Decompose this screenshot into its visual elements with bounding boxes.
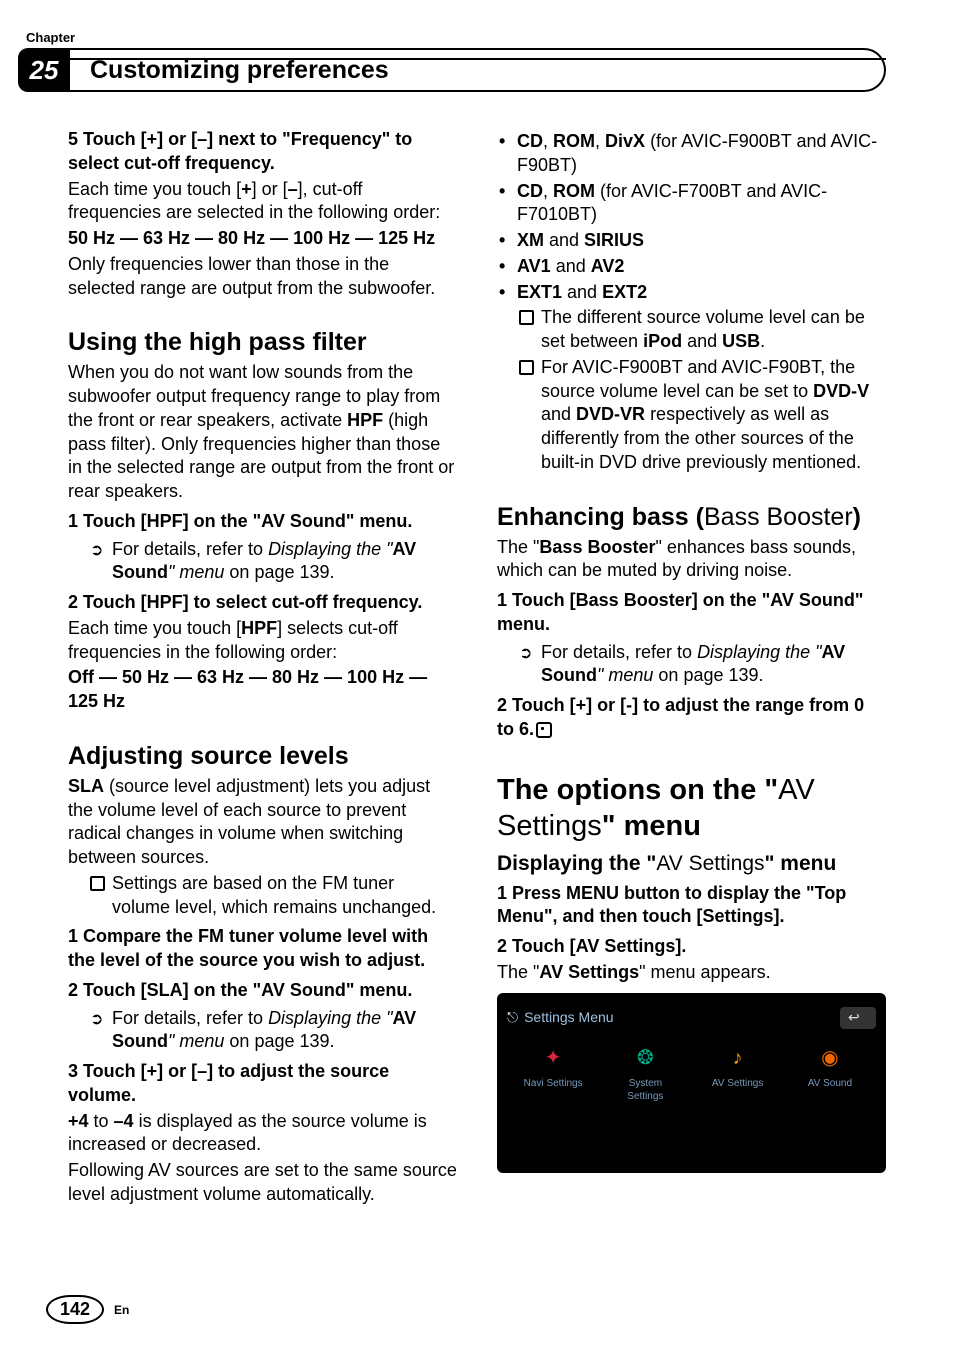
page-footer: 142 En [46,1295,129,1324]
displaying-av-settings-title: Displaying the "AV Settings" menu [497,850,886,878]
chapter-badge: 25 [18,48,70,92]
navi-settings-item[interactable]: ✦ Navi Settings [517,1043,589,1103]
avset-step2-para: The "AV Settings" menu appears. [497,961,886,985]
bass-step2-head: 2 Touch [+] or [-] to adjust the range f… [497,694,886,742]
sla-step3-para2: Following AV sources are set to the same… [68,1159,457,1207]
note-icon: ♪ [719,1043,757,1073]
chapter-label: Chapter [26,30,75,45]
system-settings-item[interactable]: ❂ System Settings [609,1043,681,1103]
sla-step2-ref: ➲ For details, refer to Displaying the "… [68,1007,457,1055]
ref-arrow-icon: ➲ [90,1009,103,1030]
sla-note: Settings are based on the FM tuner volum… [68,872,457,920]
sla-step3-head: 3 Touch [+] or [–] to adjust the source … [68,1060,457,1108]
note-dvd-v-vr: For AVIC-F900BT and AVIC-F90BT, the sour… [497,356,886,475]
note-box-icon [519,360,534,375]
step-5-para2: Only frequencies lower than those in the… [68,253,457,301]
av-settings-label: AV Settings [702,1077,774,1090]
bass-booster-title: Enhancing bass (Bass Booster) [497,501,886,534]
step-5-para1: Each time you touch [+] or [–], cut-off … [68,178,457,226]
hpf-step1-ref: ➲ For details, refer to Displaying the "… [68,538,457,586]
ref-arrow-icon: ➲ [519,643,532,664]
page-language: En [114,1303,129,1317]
bullet-cd-rom-divx: CD, ROM, DivX (for AVIC-F900BT and AVIC-… [497,130,886,178]
sla-intro: SLA (source level adjustment) lets you a… [68,775,457,870]
bullet-ext1-ext2: EXT1 and EXT2 [497,281,886,305]
back-button[interactable] [840,1007,876,1029]
av-settings-options-title: The options on the "AV Settings" menu [497,772,886,845]
settings-menu-screenshot: ⎋ Settings Menu ✦ Navi Settings ❂ System… [497,993,886,1173]
page-number: 142 [46,1295,104,1324]
hpf-step2-freq: Off — 50 Hz — 63 Hz — 80 Hz — 100 Hz — 1… [68,666,457,714]
step-5-freq: 50 Hz — 63 Hz — 80 Hz — 100 Hz — 125 Hz [68,227,457,251]
hpf-step2-head: 2 Touch [HPF] to select cut-off frequenc… [68,591,457,615]
map-icon: ✦ [534,1043,572,1073]
bullet-av1-av2: AV1 and AV2 [497,255,886,279]
end-of-section-icon [536,722,552,738]
speaker-icon: ◉ [811,1043,849,1073]
bullet-cd-rom: CD, ROM (for AVIC-F700BT and AVIC-F7010B… [497,180,886,228]
tuner-icon: ⎋ [507,1008,518,1026]
system-settings-label: System Settings [609,1077,681,1103]
note-ipod-usb: The different source volume level can be… [497,306,886,354]
bass-booster-intro: The "Bass Booster" enhances bass sounds,… [497,536,886,584]
av-settings-item[interactable]: ♪ AV Settings [702,1043,774,1103]
chapter-number: 25 [30,55,59,86]
header-title: Customizing preferences [70,48,886,92]
sla-title: Adjusting source levels [68,740,457,773]
sla-step2-head: 2 Touch [SLA] on the "AV Sound" menu. [68,979,457,1003]
gear-icon: ❂ [626,1043,664,1073]
hpf-step1-head: 1 Touch [HPF] on the "AV Sound" menu. [68,510,457,534]
hpf-intro: When you do not want low sounds from the… [68,361,457,504]
right-column: CD, ROM, DivX (for AVIC-F900BT and AVIC-… [497,128,886,1209]
bass-step1-head: 1 Touch [Bass Booster] on the "AV Sound"… [497,589,886,637]
note-box-icon [90,876,105,891]
left-column: 5 Touch [+] or [–] next to "Frequency" t… [68,128,457,1209]
sla-step3-para1: +4 to –4 is displayed as the source volu… [68,1110,457,1158]
bass-step1-ref: ➲ For details, refer to Displaying the "… [497,641,886,689]
av-sound-item[interactable]: ◉ AV Sound [794,1043,866,1103]
ref-arrow-icon: ➲ [90,540,103,561]
step-5-head: 5 Touch [+] or [–] next to "Frequency" t… [68,128,457,176]
header-title-wrap: Customizing preferences [70,48,886,92]
av-sound-label: AV Sound [794,1077,866,1090]
navi-settings-label: Navi Settings [517,1077,589,1090]
sla-step1-head: 1 Compare the FM tuner volume level with… [68,925,457,973]
avset-step1-head: 1 Press MENU button to display the "Top … [497,882,886,930]
screenshot-title: ⎋ Settings Menu [507,1008,614,1026]
hpf-title: Using the high pass filter [68,326,457,359]
hpf-step2-para: Each time you touch [HPF] selects cut-of… [68,617,457,665]
note-box-icon [519,310,534,325]
avset-step2-head: 2 Touch [AV Settings]. [497,935,886,959]
bullet-xm-sirius: XM and SIRIUS [497,229,886,253]
